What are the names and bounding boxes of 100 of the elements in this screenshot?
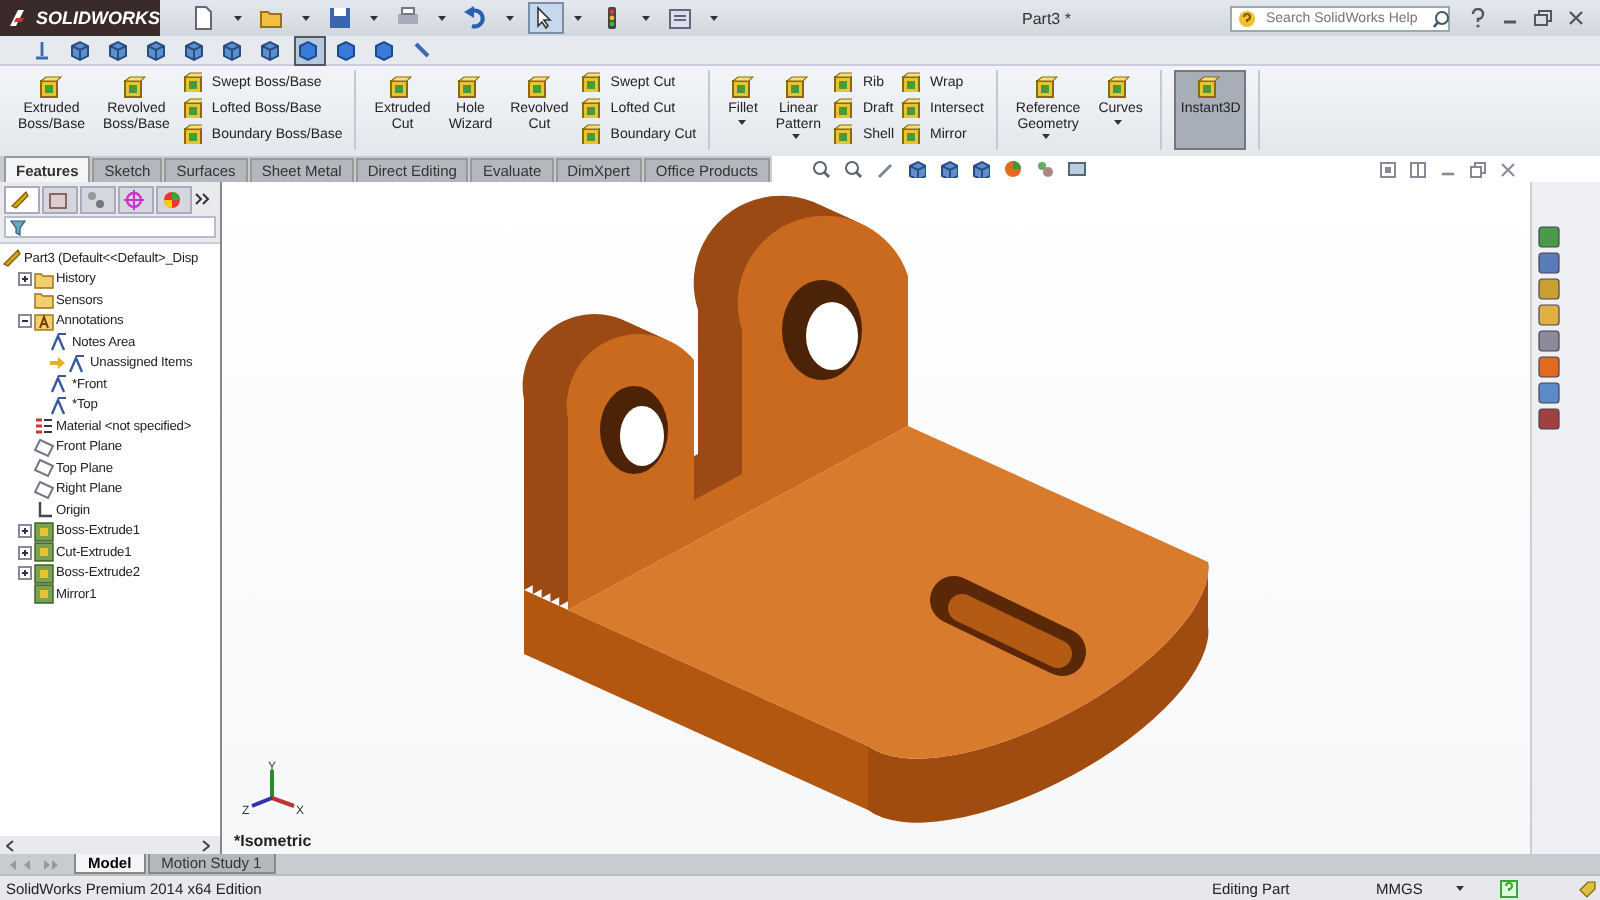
feature-tree-tab[interactable]	[4, 185, 40, 213]
cube-icon[interactable]	[298, 39, 318, 61]
tag-icon[interactable]	[1578, 879, 1596, 897]
undo-icon[interactable]	[464, 6, 488, 30]
box-icon[interactable]	[181, 72, 202, 92]
box-icon[interactable]	[388, 76, 413, 100]
box-icon[interactable]	[37, 76, 62, 100]
split-view-icon[interactable]	[1380, 161, 1396, 177]
restore-icon[interactable]	[1534, 10, 1552, 26]
restore-icon[interactable]	[1470, 161, 1486, 177]
ds-logo-icon	[8, 8, 26, 28]
task-pane-icon[interactable]	[1538, 304, 1560, 326]
scroll-left-icon[interactable]	[6, 839, 14, 851]
task-pane-icon[interactable]	[1538, 226, 1560, 248]
cube-icon[interactable]	[146, 39, 166, 61]
caret-icon[interactable]	[792, 134, 801, 141]
caret-icon[interactable]	[438, 15, 446, 21]
task-pane-icon[interactable]	[1538, 356, 1560, 378]
pointer-icon[interactable]	[532, 6, 556, 30]
folder-icon[interactable]	[260, 6, 284, 30]
box-icon[interactable]	[122, 76, 147, 100]
close-icon[interactable]	[1500, 161, 1516, 177]
split-view-icon[interactable]	[1410, 161, 1426, 177]
cube-icon[interactable]	[70, 39, 90, 61]
caret-icon[interactable]	[506, 15, 514, 21]
dimxpert-icon[interactable]	[124, 189, 144, 209]
caret-icon[interactable]	[1114, 119, 1123, 126]
configuration-icon[interactable]	[86, 189, 106, 209]
chevron-right-icon[interactable]	[194, 192, 210, 206]
expand-icon[interactable]	[18, 566, 32, 581]
cube-icon[interactable]	[184, 39, 204, 61]
box-icon[interactable]	[580, 124, 601, 144]
box-icon[interactable]	[1196, 76, 1221, 100]
expand-icon[interactable]	[18, 272, 32, 287]
help-icon[interactable]	[1500, 879, 1518, 897]
dimxpert-tab[interactable]	[118, 185, 154, 213]
task-pane-icon[interactable]	[1538, 408, 1560, 430]
zoom-icon[interactable]	[812, 160, 831, 178]
pointer-button[interactable]	[528, 2, 564, 34]
cube-icon[interactable]	[972, 160, 991, 178]
property-tab[interactable]	[42, 185, 78, 213]
task-pane-icon[interactable]	[1538, 330, 1560, 352]
property-icon[interactable]	[48, 189, 68, 209]
cube-icon[interactable]	[336, 39, 356, 61]
caret-icon[interactable]	[574, 15, 582, 21]
caret-icon[interactable]	[642, 15, 650, 21]
caret-icon[interactable]	[302, 15, 310, 21]
box-icon[interactable]	[832, 124, 853, 144]
caret-icon[interactable]	[737, 119, 745, 126]
box-icon[interactable]	[181, 98, 202, 118]
cube-icon[interactable]	[260, 39, 280, 61]
caret-icon[interactable]	[370, 15, 378, 21]
task-pane-icon[interactable]	[1538, 382, 1560, 404]
normal-to-icon[interactable]	[32, 39, 52, 61]
monitor-icon[interactable]	[1068, 160, 1087, 178]
box-icon[interactable]	[580, 72, 601, 92]
caret-icon[interactable]	[1456, 885, 1464, 891]
view-button[interactable]	[294, 35, 326, 65]
expand-icon[interactable]	[18, 524, 32, 539]
task-pane-icon[interactable]	[1538, 252, 1560, 274]
printer-icon[interactable]	[396, 6, 420, 30]
appearance-icon[interactable]	[162, 189, 182, 209]
box-icon[interactable]	[181, 124, 202, 144]
box-icon[interactable]	[900, 72, 921, 92]
caret-icon[interactable]	[1042, 134, 1051, 141]
box-icon[interactable]	[1106, 76, 1131, 100]
origin-icon	[34, 500, 54, 521]
scroll-right-icon[interactable]	[202, 839, 210, 851]
box-icon[interactable]	[456, 76, 481, 100]
cube-icon[interactable]	[940, 160, 959, 178]
box-icon[interactable]	[832, 72, 853, 92]
box-icon[interactable]	[832, 98, 853, 118]
zoom-icon[interactable]	[844, 160, 863, 178]
box-icon[interactable]	[580, 98, 601, 118]
cube-icon[interactable]	[222, 39, 242, 61]
configuration-tab[interactable]	[80, 185, 116, 213]
save-icon[interactable]	[328, 6, 352, 30]
task-pane-icon[interactable]	[1538, 278, 1560, 300]
filter-field[interactable]	[4, 216, 216, 238]
box-icon[interactable]	[729, 76, 753, 100]
box-icon[interactable]	[784, 76, 809, 100]
close-icon[interactable]	[1568, 10, 1584, 26]
collapse-icon[interactable]	[18, 314, 32, 329]
cube-icon[interactable]	[108, 39, 128, 61]
cube-icon[interactable]	[908, 160, 927, 178]
caret-icon[interactable]	[234, 15, 242, 21]
help-icon[interactable]	[1470, 8, 1486, 28]
caret-icon[interactable]	[710, 15, 718, 21]
filter-icon	[10, 219, 26, 235]
scene-icon[interactable]	[1036, 160, 1055, 178]
cube-icon[interactable]	[374, 39, 394, 61]
ball-icon[interactable]	[1004, 160, 1023, 178]
box-icon[interactable]	[1034, 76, 1059, 100]
box-icon[interactable]	[900, 124, 921, 144]
box-icon[interactable]	[900, 98, 921, 118]
options-icon[interactable]	[668, 6, 692, 30]
feature-tree-icon[interactable]	[10, 189, 30, 209]
box-icon[interactable]	[525, 76, 550, 100]
new-document-icon[interactable]	[192, 6, 216, 30]
expand-icon[interactable]	[18, 545, 32, 560]
